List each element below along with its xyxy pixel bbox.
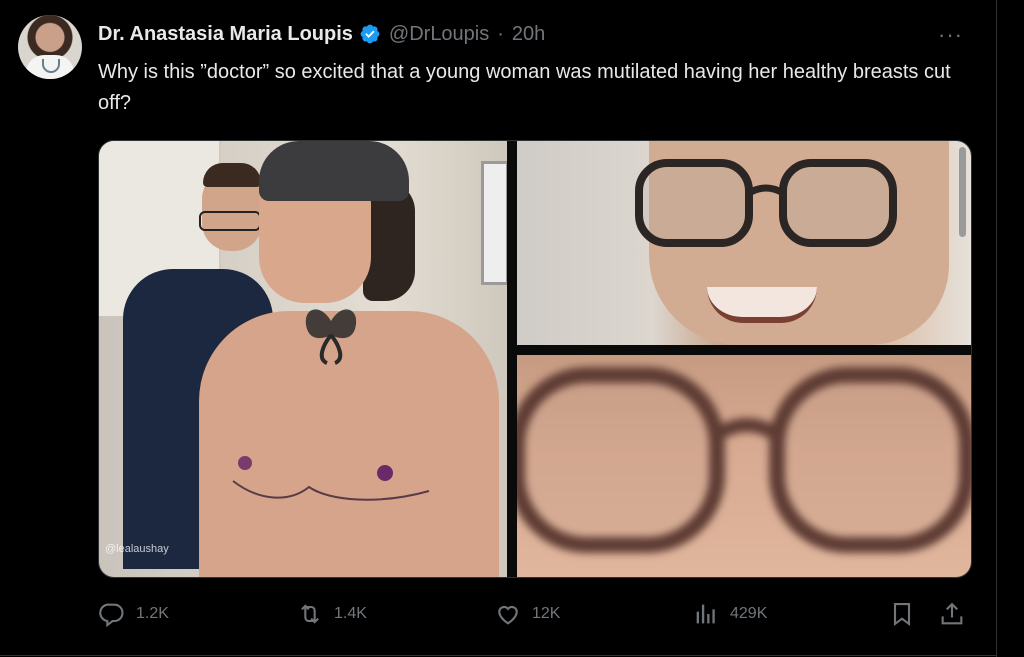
header-separator: ·	[497, 22, 504, 45]
media-scrollbar[interactable]	[959, 147, 966, 237]
views-icon	[696, 604, 715, 624]
tweet-bottom-border	[0, 655, 996, 656]
tweet-text: Why is this ”doctor” so excited that a y…	[98, 61, 951, 114]
reply-icon	[99, 603, 124, 628]
reply-button[interactable]: 1.2K	[98, 598, 169, 630]
column-right-border	[996, 0, 997, 657]
share-icon	[941, 602, 963, 625]
media-divider-horizontal	[517, 345, 971, 355]
bookmark-button[interactable]	[888, 598, 916, 630]
doctor-hair	[203, 163, 261, 187]
reply-count: 1.2K	[136, 605, 169, 622]
surgical-marks	[232, 456, 430, 501]
repost-icon	[301, 604, 319, 624]
blurred-glasses-closeup	[517, 367, 971, 553]
tweet-header: Dr. Anastasia Maria Loupis @DrLoupis · 2…	[98, 20, 545, 48]
views-button[interactable]: 429K	[692, 598, 767, 630]
author-handle[interactable]: @DrLoupis	[389, 23, 489, 46]
doctor-glasses	[199, 211, 261, 231]
more-icon[interactable]: ···	[938, 22, 963, 48]
avatar[interactable]	[18, 15, 82, 79]
glasses-closeup	[635, 159, 897, 247]
share-button[interactable]	[938, 598, 966, 630]
verified-badge-icon[interactable]	[359, 23, 381, 45]
tweet-actions: 1.2K 1.4K 12K 429K	[98, 598, 970, 630]
media-panel-bottom-right[interactable]	[517, 355, 971, 577]
repost-button[interactable]: 1.4K	[296, 598, 367, 630]
tweet-time[interactable]: 20h	[512, 23, 545, 46]
media-panel-left[interactable]: @lealaushay	[99, 141, 507, 577]
patient-cap	[259, 141, 409, 201]
media-panel-top-right[interactable]	[517, 141, 971, 345]
wall-frame	[481, 161, 507, 285]
like-icon	[498, 605, 518, 625]
media-watermark: @lealaushay	[105, 543, 169, 555]
bookmark-icon	[893, 603, 911, 627]
like-count: 12K	[532, 605, 561, 622]
media-divider	[507, 141, 517, 577]
tweet-media[interactable]: @lealaushay	[98, 140, 972, 578]
author-name[interactable]: Dr. Anastasia Maria Loupis	[98, 23, 353, 46]
butterfly-tattoo	[305, 309, 357, 365]
like-button[interactable]: 12K	[494, 598, 560, 630]
repost-count: 1.4K	[334, 605, 367, 622]
views-count: 429K	[730, 605, 768, 622]
